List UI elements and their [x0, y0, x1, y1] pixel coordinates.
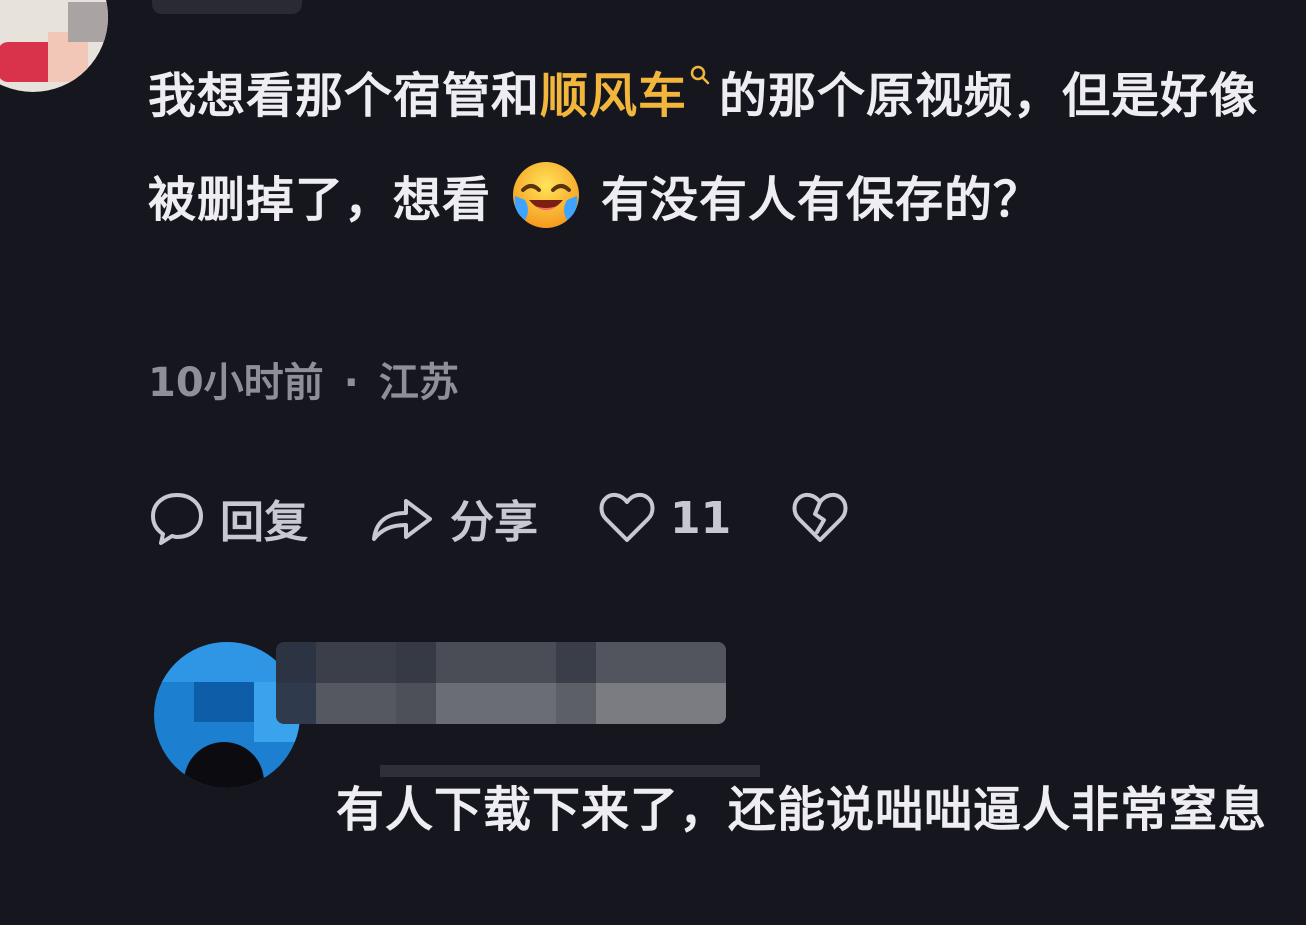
comment-location: 江苏 [378, 360, 459, 406]
crying-laughing-emoji-icon [513, 162, 580, 228]
speech-bubble-icon [151, 493, 203, 545]
comment-actions: 回复 分享 11 [148, 486, 923, 550]
blurred-username [152, 0, 302, 14]
search-keyword-link[interactable]: 顺风车 [540, 68, 687, 124]
heart-icon [599, 492, 655, 542]
commenter-avatar[interactable] [0, 0, 108, 92]
comment-thread: 我想看那个宿管和顺风车 的那个原视频，但是好像被删掉了，想看 有没有人有保存的？ … [0, 0, 1306, 925]
share-button[interactable]: 分享 [368, 486, 538, 550]
share-label: 分享 [450, 497, 538, 548]
comment-body: 我想看那个宿管和顺风车 的那个原视频，但是好像被删掉了，想看 有没有人有保存的？ [148, 44, 1273, 252]
comment-time: 10小时前 [148, 360, 324, 406]
like-button[interactable]: 11 [598, 490, 731, 546]
reply-body: 有人下载下来了，还能说咄咄逼人非常窒息 [336, 782, 1268, 838]
dislike-button[interactable] [791, 490, 863, 546]
comment-text-end: 有没有人有保存的？ [601, 172, 1043, 228]
comment-meta: 10小时前 · 江苏 [148, 350, 459, 408]
comment-text-start: 我想看那个宿管和 [148, 68, 541, 124]
search-icon[interactable] [689, 64, 711, 86]
share-arrow-icon [372, 499, 432, 541]
meta-separator: · [343, 360, 359, 406]
reply-button[interactable]: 回复 [148, 486, 308, 550]
broken-heart-icon [792, 492, 848, 542]
reply-label: 回复 [220, 497, 308, 548]
like-count: 11 [670, 492, 732, 544]
blurred-reply-username [276, 642, 726, 724]
